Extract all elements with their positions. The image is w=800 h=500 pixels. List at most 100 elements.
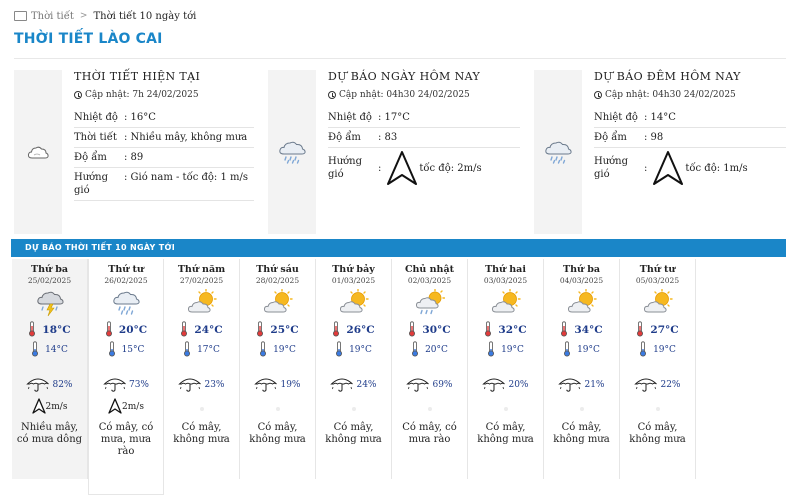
wind-direction-arrow-icon (31, 397, 46, 417)
thermometer-high-icon (256, 320, 264, 340)
wind-row: 2m/s (89, 397, 163, 417)
umbrella-icon (178, 376, 202, 395)
rain-chance-row: 20% (468, 377, 543, 393)
umbrella-icon (482, 376, 506, 395)
dot-icon (427, 406, 432, 411)
rain-chance-row: 73% (89, 377, 163, 393)
rain-chance: 69% (432, 380, 453, 390)
breadcrumb-separator: > (79, 11, 88, 21)
rain-chance-row: 69% (392, 377, 467, 393)
max-temp: 25°C (270, 324, 299, 336)
wind-row (544, 398, 619, 416)
temperature-row: Nhiệt độ: 17°C (328, 108, 520, 128)
rain-chance-row: 23% (164, 377, 239, 393)
min-temp-row: 19°C (468, 340, 543, 357)
min-temp-row: 17°C (164, 340, 239, 360)
sun-cloud-icon (316, 289, 391, 317)
weather-description: Có mây, không mưa (477, 422, 534, 445)
forecast-day-7: Thứ hai 03/03/2025 32°C 19°C 20% Có mây,… (468, 259, 544, 479)
wind-direction-arrow-icon (387, 151, 418, 185)
day-name: Thứ ba (563, 264, 600, 275)
day-date: 25/02/2025 (27, 276, 72, 285)
day-date: 01/03/2025 (331, 276, 376, 285)
weather-description: Nhiều mây, có mưa dông (16, 422, 83, 445)
min-temp-row: 19°C (240, 340, 315, 360)
min-temp-row: 20°C (392, 340, 467, 357)
wind-row: Hướng gió: Gió nam - tốc độ: 1 m/s (74, 168, 254, 201)
wind-row (240, 398, 315, 416)
max-temp-row: 18°C (12, 320, 87, 340)
wind-speed: 2m/s (45, 402, 68, 412)
weather-description: Có mây, không mưa (249, 422, 306, 445)
title-divider (14, 58, 786, 59)
rain-chance-row: 21% (544, 377, 619, 393)
min-temp: 19°C (501, 345, 524, 355)
updated-time: Cập nhật: 7h 24/02/2025 (85, 90, 199, 100)
day-name: Thứ tư (108, 264, 144, 275)
weather-description: Có mây, không mưa (325, 422, 382, 445)
min-temp-row: 15°C (89, 340, 163, 360)
cloud-icon (14, 70, 62, 234)
thermometer-low-icon (335, 340, 343, 360)
thermometer-high-icon (484, 320, 492, 340)
temperature-row: Nhiệt độ: 16°C (74, 108, 254, 128)
forecast-day-5: Thứ bảy 01/03/2025 26°C 19°C 24% Có mây,… (316, 259, 392, 479)
wind-row (468, 398, 543, 416)
dot-icon (199, 406, 204, 411)
max-temp: 26°C (346, 324, 375, 336)
page-title: THỜI TIẾT LÀO CAI (14, 31, 163, 47)
max-temp: 24°C (194, 324, 223, 336)
sun-cloud-icon (468, 289, 543, 317)
thermometer-high-icon (332, 320, 340, 340)
clock-icon (594, 91, 602, 99)
forecast-day-6: Chủ nhật 02/03/2025 30°C 20°C 69% Có mây… (392, 259, 468, 479)
breadcrumb: Thời tiết > Thời tiết 10 ngày tới (14, 8, 196, 24)
thermometer-high-icon (28, 320, 36, 340)
thermometer-low-icon (108, 340, 116, 360)
sun-cloud-icon (240, 289, 315, 317)
dot-icon (275, 406, 280, 411)
thermometer-low-icon (183, 340, 191, 360)
forecast-day-9: Thứ tư 05/03/2025 27°C 19°C 22% Có mây, … (620, 259, 696, 479)
forecast-day-2: Thứ tư 26/02/2025 20°C 15°C 73% 2m/s Có … (88, 259, 164, 495)
min-temp: 19°C (273, 345, 296, 355)
umbrella-icon (330, 376, 354, 395)
humidity-row: Độ ẩm: 89 (74, 148, 254, 168)
rain-chance: 22% (660, 380, 681, 390)
thermometer-low-icon (259, 340, 267, 360)
temperature-row: Nhiệt độ: 14°C (594, 108, 786, 128)
wind-direction-arrow-icon (108, 397, 122, 417)
wind-row (392, 398, 467, 416)
max-temp-row: 24°C (164, 320, 239, 340)
max-temp: 32°C (498, 324, 527, 336)
rain-chance-row: 22% (620, 377, 695, 393)
clock-icon (328, 91, 336, 99)
umbrella-icon (26, 376, 50, 395)
max-temp: 34°C (574, 324, 603, 336)
day-name: Thứ ba (31, 264, 68, 275)
rain-chance: 19% (280, 380, 301, 390)
panel-title: THỜI TIẾT HIỆN TẠI (74, 70, 201, 83)
dot-icon (503, 406, 508, 411)
rain-chance-row: 24% (316, 377, 391, 393)
rain-cloud-icon (89, 289, 163, 317)
breadcrumb-home-link[interactable]: Thời tiết (31, 11, 74, 22)
day-name: Thứ tư (639, 264, 676, 275)
rain-chance: 20% (508, 380, 529, 390)
thermometer-high-icon (560, 320, 568, 340)
home-folder-icon (14, 11, 27, 21)
day-name: Chủ nhật (404, 264, 455, 275)
updated-time: Cập nhật: 04h30 24/02/2025 (605, 90, 736, 100)
max-temp-row: 30°C (392, 320, 467, 337)
dot-icon (579, 406, 584, 411)
max-temp-row: 27°C (620, 320, 695, 337)
max-temp-row: 26°C (316, 320, 391, 340)
clock-icon (74, 91, 82, 99)
day-name: Thứ hai (485, 264, 526, 275)
thermometer-high-icon (180, 320, 188, 340)
tonight-forecast-panel: DỰ BÁO ĐÊM HÔM NAY Cập nhật: 04h30 24/02… (534, 70, 786, 234)
wind-row (316, 398, 391, 416)
wind-row: Hướng gió : tốc độ: 2m/s (328, 148, 520, 188)
forecast-day-4: Thứ sáu 28/02/2025 25°C 19°C 19% Có mây,… (240, 259, 316, 479)
sun-cloud-icon (544, 289, 619, 317)
